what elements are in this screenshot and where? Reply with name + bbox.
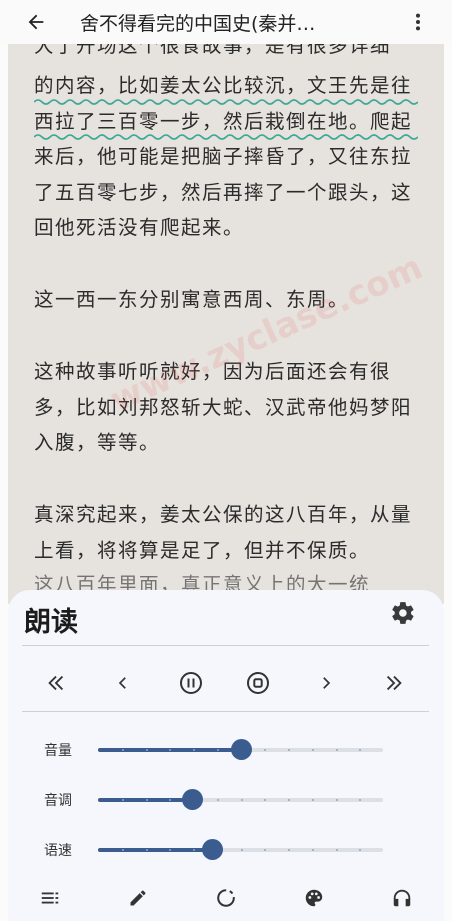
- menu-list-icon[interactable]: [36, 884, 64, 912]
- slider-tick: [240, 799, 243, 801]
- slider-tick: [264, 849, 267, 851]
- slider-tick: [121, 849, 124, 851]
- app-bar: 舍不得看完的中国史(秦并…: [0, 0, 452, 44]
- stop-button[interactable]: [242, 667, 274, 699]
- volume-label: 音量: [44, 743, 72, 759]
- divider: [22, 711, 429, 712]
- pitch-label: 音调: [44, 793, 72, 809]
- read-aloud-panel: 朗读 音量 音调 语速: [8, 590, 444, 921]
- reading-highlight-underline: [34, 99, 418, 105]
- pencil-icon[interactable]: [124, 884, 152, 912]
- slider-tick: [335, 749, 338, 751]
- panel-title: 朗读: [24, 607, 78, 638]
- divider: [22, 645, 429, 646]
- partial-top-line: 大了开场这个很食故事，是有很多详细: [34, 44, 392, 57]
- slider-tick: [264, 799, 267, 801]
- palette-icon[interactable]: [300, 884, 328, 912]
- slider-tick: [311, 799, 314, 801]
- slider-tick: [264, 749, 267, 751]
- chevron-left-icon: [118, 677, 126, 689]
- speed-label: 语速: [44, 843, 72, 859]
- slider-thumb[interactable]: [230, 739, 252, 760]
- pause-button[interactable]: [175, 667, 207, 699]
- slider-tick: [311, 849, 314, 851]
- double-chevron-left-icon: [48, 675, 64, 691]
- prev-paragraph-button[interactable]: [107, 667, 139, 699]
- slider-tick: [193, 749, 195, 751]
- next-paragraph-button[interactable]: [310, 667, 342, 699]
- reading-page[interactable]: 大了开场这个很食故事，是有很多详细 的内容，比如姜太公比较沉，文王先是往西拉了三…: [8, 44, 444, 604]
- volume-slider[interactable]: [98, 739, 383, 760]
- slider-tick: [335, 799, 338, 801]
- slider-thumb[interactable]: [182, 789, 204, 810]
- paragraph-4: 真深究起来，姜太公保的这八百年，从量上看，将将算是足了，但并不保质。: [34, 503, 413, 562]
- paragraph-1: 的内容，比如姜太公比较沉，文王先是往西拉了三百零一步，然后栽倒在地。爬起来后，他…: [34, 74, 413, 239]
- speed-slider[interactable]: [98, 839, 383, 860]
- next-chapter-button[interactable]: [378, 667, 410, 699]
- back-arrow-icon[interactable]: [22, 8, 50, 36]
- book-title: 舍不得看完的中国史(秦并…: [80, 13, 316, 35]
- slider-tick: [288, 799, 290, 801]
- slider-tick: [335, 849, 338, 851]
- slider-tick: [145, 849, 148, 851]
- slider-tick: [145, 799, 148, 801]
- slider-thumb[interactable]: [202, 839, 223, 860]
- timer-icon[interactable]: [212, 884, 240, 912]
- prev-chapter-button[interactable]: [40, 667, 72, 699]
- pitch-slider[interactable]: [98, 789, 383, 810]
- headphones-icon[interactable]: [388, 884, 416, 912]
- slider-tick: [216, 749, 219, 751]
- slider-tick: [121, 799, 124, 801]
- slider-tick: [359, 849, 362, 851]
- gear-icon[interactable]: [390, 600, 418, 628]
- slider-tick: [240, 849, 243, 851]
- slider-tick: [145, 749, 148, 751]
- slider-tick: [193, 849, 195, 851]
- slider-tick: [359, 749, 362, 751]
- pause-circle-icon: [180, 672, 202, 694]
- slider-tick: [288, 749, 290, 751]
- slider-tick: [311, 749, 314, 751]
- slider-tick: [216, 799, 219, 801]
- slider-tick: [121, 749, 124, 751]
- slider-tick: [359, 799, 362, 801]
- chevron-right-icon: [323, 677, 331, 689]
- more-vert-icon[interactable]: [404, 8, 432, 36]
- double-chevron-right-icon: [386, 675, 402, 691]
- stop-circle-icon: [247, 672, 269, 694]
- slider-tick: [288, 849, 290, 851]
- reading-highlight-underline: [34, 134, 418, 140]
